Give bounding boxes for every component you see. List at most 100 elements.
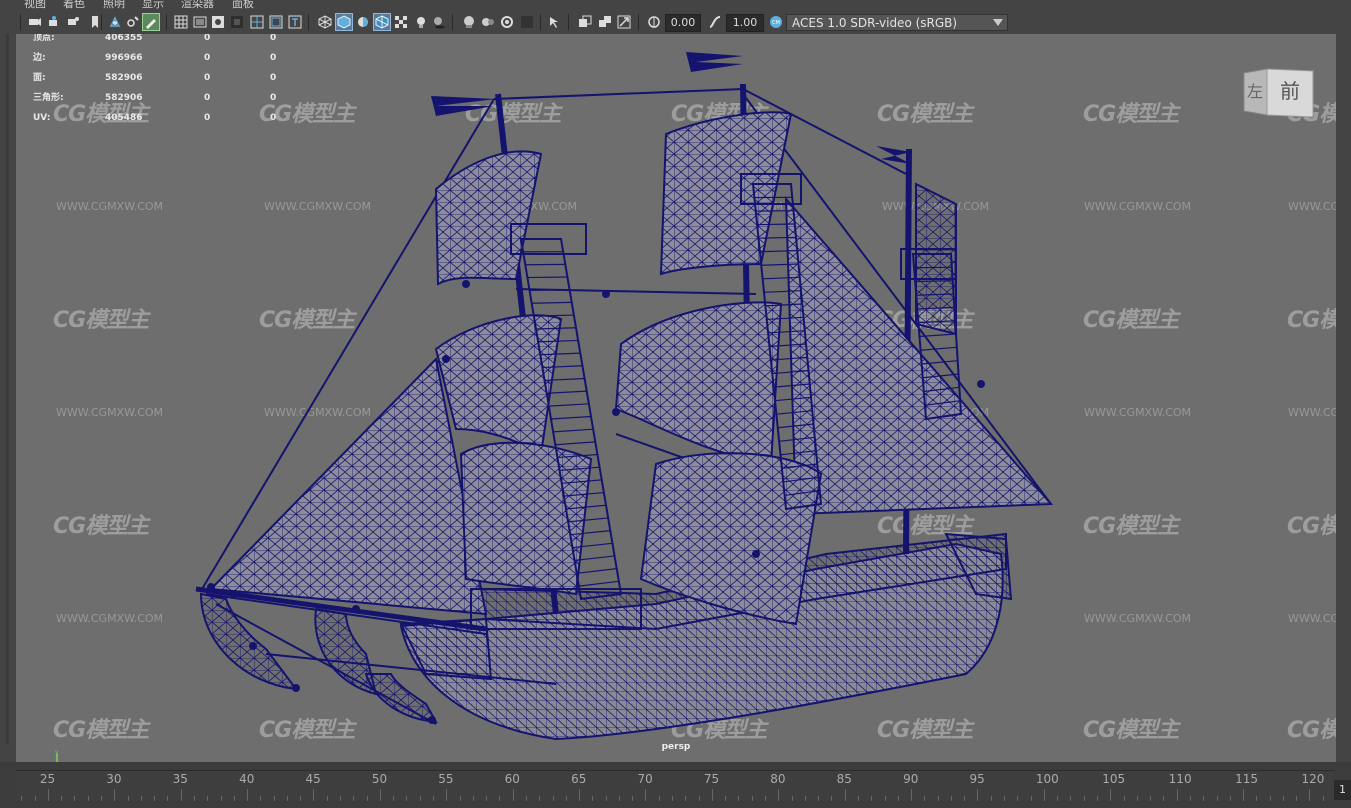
toolbar-separator <box>166 14 167 30</box>
textured-icon[interactable] <box>394 15 408 29</box>
isolate-select-icon[interactable] <box>548 15 562 29</box>
timeline-tick <box>207 796 209 801</box>
hud-selected: 0 <box>204 34 211 43</box>
multisample-aa-icon[interactable] <box>500 15 514 29</box>
xray-icon[interactable] <box>578 15 592 29</box>
timeline-tick-label: 65 <box>571 772 587 786</box>
use-all-lights-icon[interactable] <box>414 15 428 29</box>
gate-mask-icon[interactable] <box>230 15 244 29</box>
persp-viewport[interactable]: CG模型主 CG模型主 CG模型主 CG模型主 CG模型主 CG模型主 CG模型… <box>16 34 1336 762</box>
timeline-tick <box>1282 796 1284 801</box>
ratline-rung <box>757 223 795 226</box>
timeline-tick <box>990 796 992 801</box>
depth-of-field-icon[interactable] <box>520 15 534 29</box>
timeline-tick <box>632 796 634 801</box>
exposure-field[interactable]: 0.00 <box>665 14 701 32</box>
wireframe-icon[interactable] <box>318 15 332 29</box>
ship-wireframe-model[interactable] <box>16 34 1336 762</box>
wireframe-on-shaded-button[interactable] <box>373 13 391 31</box>
hud-label: 三角形: <box>33 93 64 103</box>
motion-blur-icon[interactable] <box>481 15 495 29</box>
xray-joints-icon[interactable] <box>598 15 612 29</box>
timeline-tick <box>74 796 76 801</box>
menu-shading[interactable]: 着色 <box>63 0 85 10</box>
hud-components: 0 <box>270 113 277 123</box>
hud-row-edges: 边: 996966 0 0 <box>33 52 333 64</box>
timeline-tick <box>140 796 142 801</box>
bow-sail-3 <box>364 673 438 724</box>
smooth-shade-button[interactable] <box>335 13 353 31</box>
timeline-tick <box>605 796 607 801</box>
view-cube[interactable]: 左 前 <box>1243 67 1329 119</box>
timeline-tick <box>592 796 594 801</box>
panel-menubar: 视图 着色 照明 显示 渲染器 面板 <box>0 0 1351 10</box>
menu-show[interactable]: 显示 <box>142 0 164 10</box>
timeline-tick <box>552 796 554 801</box>
menu-lighting[interactable]: 照明 <box>103 0 125 10</box>
menu-panels[interactable]: 面板 <box>232 0 254 10</box>
timeline-tick <box>446 789 448 801</box>
grid-icon[interactable] <box>174 15 188 29</box>
left-scrollbar[interactable] <box>6 34 9 744</box>
timeline-tick <box>937 796 939 801</box>
toolbar-separator <box>452 14 453 30</box>
timeline-tick <box>685 796 687 801</box>
hud-count: 582906 <box>105 93 143 103</box>
screen-space-ao-icon[interactable] <box>462 15 476 29</box>
timeline-tick <box>127 796 129 801</box>
timeline-tick <box>47 789 49 801</box>
menu-renderer[interactable]: 渲染器 <box>181 0 214 10</box>
bookmarks-icon[interactable] <box>66 15 80 29</box>
exposure-icon[interactable] <box>647 15 661 29</box>
color-space-dropdown[interactable]: ACES 1.0 SDR-video (sRGB) <box>786 14 1008 31</box>
ratline-rung <box>578 580 619 587</box>
resolution-gate-icon[interactable] <box>211 15 225 29</box>
timeline-tick-label: 30 <box>106 772 122 786</box>
safe-action-icon[interactable] <box>269 15 283 29</box>
current-frame-field[interactable]: 1 <box>1334 780 1351 800</box>
view-cube-front-label[interactable]: 前 <box>1280 79 1300 103</box>
timeline-tick <box>778 789 780 801</box>
timeline-tick <box>1017 796 1019 801</box>
timeline-tick <box>1203 796 1205 801</box>
image-plane-icon[interactable] <box>88 15 102 29</box>
2d-pan-zoom-icon[interactable] <box>108 15 122 29</box>
menu-view[interactable]: 视图 <box>24 0 46 10</box>
timeline-tick <box>419 796 421 801</box>
grease-pencil-icon[interactable] <box>126 15 140 29</box>
bow-sail-1 <box>199 592 299 691</box>
timeline-tick <box>1216 796 1218 801</box>
timeline-tick <box>193 796 195 801</box>
camera-name-label: persp <box>661 742 691 752</box>
film-gate-icon[interactable] <box>193 15 207 29</box>
wireframe-on-shaded-icon <box>375 15 389 29</box>
timeline-tick-label: 80 <box>770 772 786 786</box>
active-tool-highlight[interactable] <box>142 13 160 31</box>
select-camera-icon[interactable] <box>28 15 42 29</box>
timeline-tick <box>911 789 913 801</box>
view-cube-left-label[interactable]: 左 <box>1247 82 1263 101</box>
timeline-tick <box>1070 796 1072 801</box>
timeline-tick <box>260 796 262 801</box>
time-slider-ruler[interactable]: 25 30 35 40 45 50 55 60 65 70 75 80 85 90 95 100 105 110 1… <box>16 770 1334 801</box>
camera-attributes-icon[interactable] <box>48 15 62 29</box>
timeline-tick-label: 50 <box>371 772 388 786</box>
timeline-tick <box>539 796 541 801</box>
xray-components-icon[interactable] <box>617 15 631 29</box>
field-chart-icon[interactable] <box>250 15 264 29</box>
view-transform-icon[interactable]: CM <box>769 15 783 29</box>
timeline-tick <box>977 789 979 801</box>
time-slider[interactable]: 25 30 35 40 45 50 55 60 65 70 75 80 85 90 95 100 105 110 1… <box>0 762 1351 808</box>
timeline-tick <box>897 796 899 801</box>
timeline-tick <box>1163 796 1165 801</box>
timeline-tick-label: 40 <box>239 772 255 786</box>
timeline-tick-label: 35 <box>172 772 188 786</box>
timeline-tick-label: 85 <box>836 772 852 786</box>
hud-count: 406355 <box>105 34 143 43</box>
safe-title-icon[interactable] <box>288 15 302 29</box>
default-material-icon[interactable] <box>356 15 370 29</box>
gamma-field[interactable]: 1.00 <box>726 14 764 32</box>
gamma-icon[interactable] <box>708 15 722 29</box>
hud-label: 顶点: <box>33 34 55 43</box>
shadows-icon[interactable] <box>432 15 446 29</box>
